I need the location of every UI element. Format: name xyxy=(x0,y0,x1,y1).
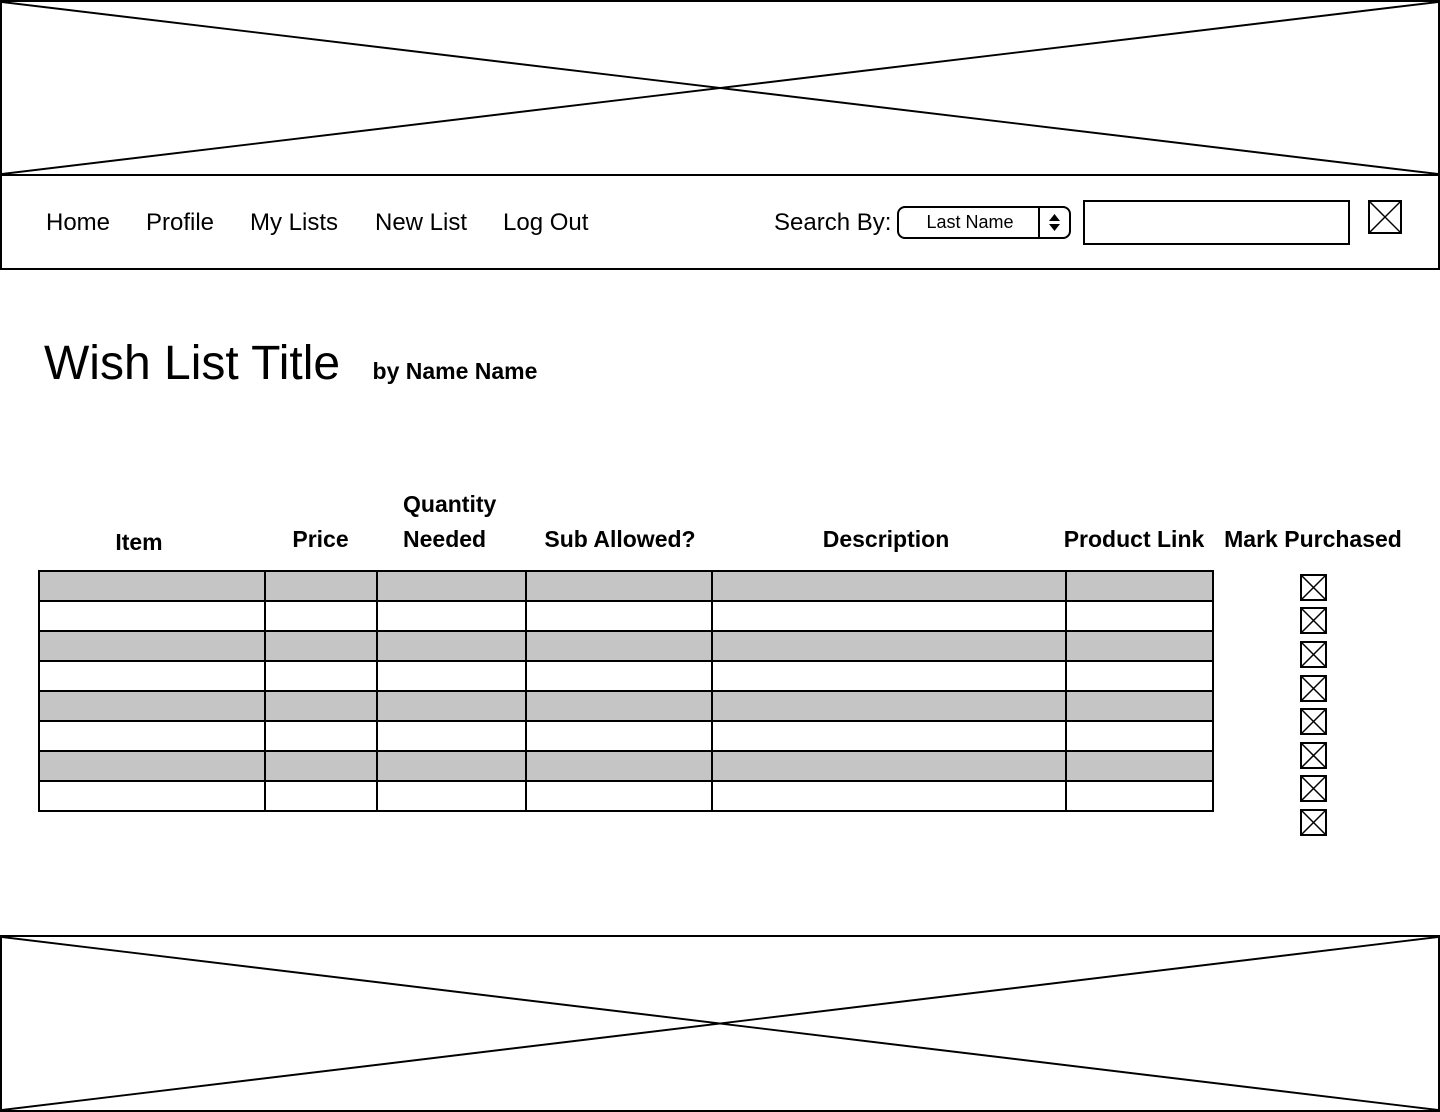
table-cell-item xyxy=(38,570,266,602)
table-cell-description xyxy=(711,570,1067,602)
search-input[interactable] xyxy=(1083,200,1350,245)
page-title-row: Wish List Title by Name Name xyxy=(44,334,537,394)
table-cell-quantity xyxy=(376,690,527,722)
table-cell-description xyxy=(711,630,1067,662)
table-cell-price xyxy=(264,690,378,722)
table-cell-item xyxy=(38,600,266,632)
search-button-image-placeholder-icon[interactable] xyxy=(1368,200,1402,234)
table-row xyxy=(38,600,1214,632)
column-header-quantity-needed: Quantity Needed xyxy=(403,487,496,557)
page-title: Wish List Title xyxy=(44,337,341,390)
table-cell-sub-allowed xyxy=(525,750,713,782)
mark-purchased-checkbox[interactable] xyxy=(1300,641,1327,668)
table-cell-price xyxy=(264,660,378,692)
table-cell-description xyxy=(711,780,1067,812)
page-byline: by Name Name xyxy=(372,358,538,384)
nav-link-home[interactable]: Home xyxy=(46,208,110,238)
table-cell-quantity xyxy=(376,720,527,752)
table-row xyxy=(38,720,1214,752)
table-cell-item xyxy=(38,750,266,782)
table-cell-product-link xyxy=(1065,570,1214,602)
table-cell-product-link xyxy=(1065,780,1214,812)
table-cell-sub-allowed xyxy=(525,570,713,602)
table-cell-quantity xyxy=(376,780,527,812)
table-cell-description xyxy=(711,660,1067,692)
table-cell-price xyxy=(264,720,378,752)
mark-purchased-checkbox[interactable] xyxy=(1300,809,1327,836)
header-banner-image-placeholder xyxy=(0,0,1440,177)
table-cell-description xyxy=(711,720,1067,752)
table-cell-quantity xyxy=(376,600,527,632)
table-cell-price xyxy=(264,750,378,782)
table-cell-description xyxy=(711,600,1067,632)
table-cell-price xyxy=(264,630,378,662)
nav-link-my-lists[interactable]: My Lists xyxy=(250,208,338,238)
search-by-selected-value: Last Name xyxy=(926,212,1014,232)
table-cell-item xyxy=(38,690,266,722)
table-cell-sub-allowed xyxy=(525,630,713,662)
search-by-select[interactable]: Last Name xyxy=(897,206,1071,239)
table-cell-sub-allowed xyxy=(525,600,713,632)
nav-link-log-out[interactable]: Log Out xyxy=(503,208,588,238)
column-header-quantity-line2: Needed xyxy=(403,526,487,552)
table-cell-description xyxy=(711,750,1067,782)
navigation-bar: Home Profile My Lists New List Log Out S… xyxy=(0,176,1440,270)
table-row xyxy=(38,660,1214,692)
table-cell-quantity xyxy=(376,570,527,602)
table-row xyxy=(38,690,1214,722)
table-row xyxy=(38,750,1214,782)
table-cell-price xyxy=(264,570,378,602)
column-header-product-link: Product Link xyxy=(1063,526,1205,552)
mark-purchased-checkbox[interactable] xyxy=(1300,708,1327,735)
footer-banner-image-placeholder xyxy=(0,935,1440,1112)
nav-link-new-list[interactable]: New List xyxy=(375,208,467,238)
column-header-sub-allowed: Sub Allowed? xyxy=(544,526,696,552)
table-row xyxy=(38,630,1214,662)
mark-purchased-checkbox[interactable] xyxy=(1300,675,1327,702)
table-cell-sub-allowed xyxy=(525,720,713,752)
mark-purchased-checkbox[interactable] xyxy=(1300,775,1327,802)
column-header-quantity-line1: Quantity xyxy=(403,491,497,517)
table-cell-quantity xyxy=(376,630,527,662)
table-cell-sub-allowed xyxy=(525,690,713,722)
wish-list-items-table xyxy=(38,570,1214,812)
table-cell-item xyxy=(38,660,266,692)
table-cell-item xyxy=(38,630,266,662)
column-header-item: Item xyxy=(115,529,163,555)
image-placeholder-icon xyxy=(2,2,1438,174)
table-cell-product-link xyxy=(1065,630,1214,662)
table-cell-price xyxy=(264,780,378,812)
table-cell-product-link xyxy=(1065,720,1214,752)
table-row xyxy=(38,570,1214,602)
table-cell-product-link xyxy=(1065,600,1214,632)
mark-purchased-checkbox[interactable] xyxy=(1300,574,1327,601)
table-cell-product-link xyxy=(1065,750,1214,782)
table-cell-item xyxy=(38,720,266,752)
table-cell-product-link xyxy=(1065,690,1214,722)
mark-purchased-checkbox[interactable] xyxy=(1300,607,1327,634)
mark-purchased-checkbox[interactable] xyxy=(1300,742,1327,769)
table-cell-item xyxy=(38,780,266,812)
select-stepper-arrows-icon xyxy=(1038,208,1069,237)
column-header-description: Description xyxy=(822,526,950,552)
table-cell-quantity xyxy=(376,750,527,782)
image-placeholder-icon xyxy=(2,937,1438,1110)
table-cell-price xyxy=(264,600,378,632)
nav-link-profile[interactable]: Profile xyxy=(146,208,214,238)
table-cell-product-link xyxy=(1065,660,1214,692)
table-row xyxy=(38,780,1214,812)
table-cell-quantity xyxy=(376,660,527,692)
search-by-label: Search By: xyxy=(774,209,892,236)
table-cell-description xyxy=(711,690,1067,722)
column-header-price: Price xyxy=(292,526,349,552)
column-header-mark-purchased: Mark Purchased xyxy=(1224,526,1402,552)
table-cell-sub-allowed xyxy=(525,780,713,812)
table-cell-sub-allowed xyxy=(525,660,713,692)
